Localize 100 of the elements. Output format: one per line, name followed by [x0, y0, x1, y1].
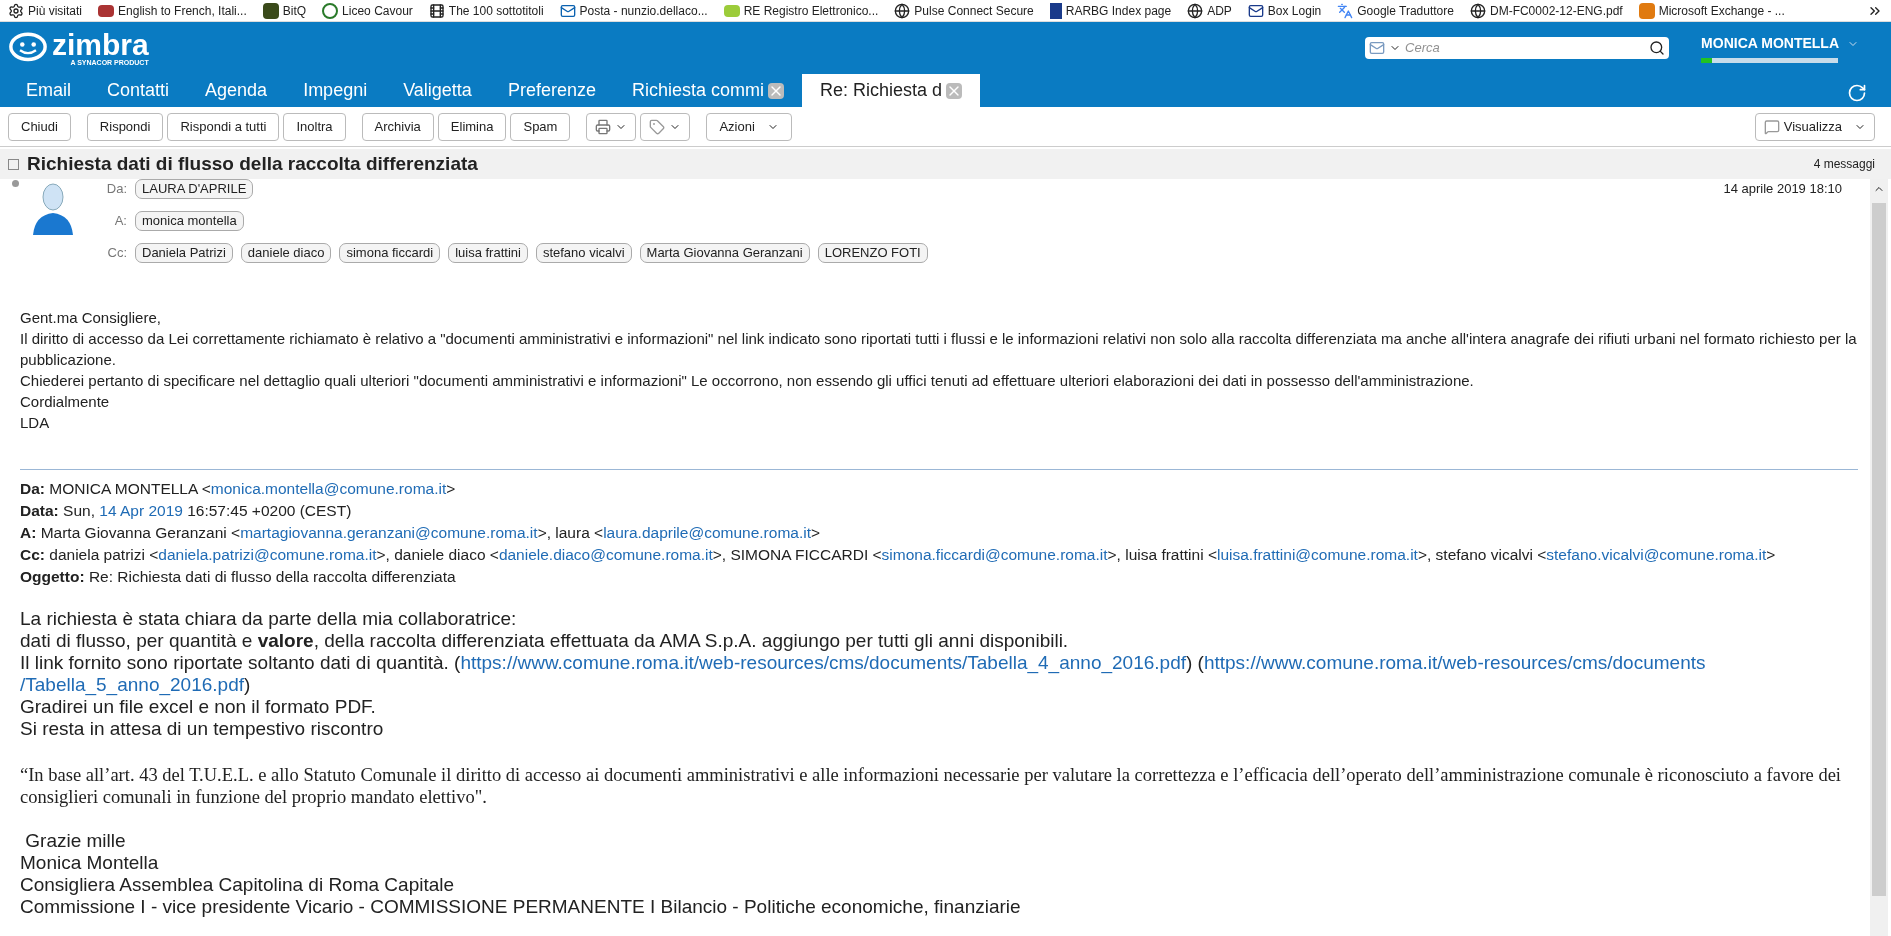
toolbar-button[interactable]: Archivia: [361, 112, 434, 141]
email-link[interactable]: laura.daprile@comune.roma.it: [603, 524, 811, 541]
bookmark-link[interactable]: English to French, Itali...: [98, 1, 247, 20]
bookmark-link[interactable]: Liceo Cavour: [322, 1, 413, 20]
bookmark-link[interactable]: The 100 sottotitoli: [428, 1, 544, 20]
contact-bubble[interactable]: monica montella: [135, 211, 244, 231]
print-menu-button[interactable]: [586, 112, 637, 141]
globe-icon: [894, 2, 911, 19]
contact-bubble[interactable]: Marta Giovanna Geranzani: [639, 243, 810, 263]
reply-text: /Tabella_5_anno_2016.pdf): [20, 674, 252, 696]
conversation-subject: Richiesta dati di flusso della raccolta differenziata: [27, 151, 478, 176]
bookmark-link[interactable]: Box Login: [1247, 1, 1322, 20]
app-tab[interactable]: Agenda: [187, 74, 286, 107]
logo-icon: [8, 32, 48, 64]
reply-text: Gradirei un file excel e non il formato PDF.: [20, 696, 377, 718]
bookmark-link[interactable]: Pulse Connect Secure: [894, 1, 1034, 20]
emblem-icon: [322, 2, 339, 19]
printer-icon: [595, 118, 612, 135]
quoted-header-line: Cc: daniela patrizi <daniela.patrizi@comune.roma.it>, daniele diaco <daniele.diaco@comune.roma.it>, SIMONA FICCARDI <simona.ficcardi@comune.roma.it>, luisa frattini <luisa.frattini@comune.roma.it>, stefano vicalvi <stefano.vicalvi@comune.roma.it>: [20, 545, 1777, 565]
web-link[interactable]: https://www.comune.roma.it/web-resources/cms/documents/Tabella_4_anno_2016.pdf: [460, 652, 1186, 673]
app-tab[interactable]: Valigetta: [385, 74, 490, 107]
close-icon[interactable]: [768, 82, 784, 99]
app-tab[interactable]: Contatti: [89, 74, 188, 107]
message-text: Cordialmente: [20, 392, 111, 412]
email-link[interactable]: martagiovanna.geranzani@comune.roma.it: [240, 524, 538, 541]
scrollbar-thumb[interactable]: [1872, 203, 1886, 896]
search-icon: [1649, 40, 1666, 56]
gear-icon: [8, 2, 24, 19]
reply-text: Si resta in attesa di un tempestivo riscontro: [20, 718, 385, 740]
refresh-icon[interactable]: [1847, 83, 1867, 103]
email-link[interactable]: stefano.vicalvi@comune.roma.it: [1546, 546, 1767, 563]
web-link[interactable]: /Tabella_5_anno_2016.pdf: [20, 674, 244, 695]
message-text: Il diritto di accesso da Lei correttamente richiamato è relativo a "documenti amministrativi e informazioni" nel link indicato sono riportati tutti i flussi e le informazioni relativi non solo alla raccolta differenziata ma anche all'intera anagrafe dei rifiuti urbani nel formato richiesto per la pubblicazione.: [20, 329, 1858, 370]
email-link[interactable]: daniela.patrizi@comune.roma.it: [158, 546, 377, 563]
signature-line: Consigliera Assemblea Capitolina di Roma Capitale: [20, 874, 456, 896]
contact-bubble[interactable]: LAURA D'APRILE: [135, 179, 254, 199]
scrollbar[interactable]: [1870, 179, 1888, 936]
toolbar-button[interactable]: Inoltra: [283, 112, 346, 141]
app-tab[interactable]: Re: Richiesta d: [802, 74, 981, 107]
bookmark-logo-icon: [723, 4, 740, 17]
expand-icon[interactable]: [8, 158, 19, 170]
app-tab[interactable]: Impegni: [285, 74, 386, 107]
field-label: Cc:: [106, 244, 127, 263]
actions-menu-button[interactable]: Azioni: [706, 112, 792, 141]
logo-wordmark: zimbra: [52, 30, 149, 59]
toolbar-button[interactable]: Rispondi: [86, 112, 164, 141]
email-link[interactable]: luisa.frattini@comune.roma.it: [1216, 546, 1418, 563]
message-count: 4 messaggi: [1813, 156, 1875, 173]
bookmark-link[interactable]: RE Registro Elettronico...: [723, 1, 879, 20]
app-tab[interactable]: Email: [8, 74, 89, 107]
message-text: Chiederei pertanto di specificare nel dettaglio quali ulteriori "documenti amministrativi e informazioni" Le occorrono, non essendo gli uffici tenuti ad effettuare ulteriori elaborazioni dei dati in possesso dell'amministrazione.: [20, 371, 1475, 391]
web-link[interactable]: https://www.comune.roma.it/web-resources/cms/documents: [1203, 652, 1706, 673]
mail-icon[interactable]: [1369, 40, 1386, 56]
contact-bubble[interactable]: Daniela Patrizi: [135, 243, 233, 263]
bookmark-link[interactable]: Google Traduttore: [1337, 1, 1454, 20]
bookmark-logo-icon: [98, 4, 115, 17]
contact-bubble[interactable]: luisa frattini: [448, 243, 528, 263]
contact-bubble[interactable]: simona ficcardi: [339, 243, 441, 263]
film-icon: [428, 2, 445, 19]
message-text: Gent.ma Consigliere,: [20, 308, 162, 328]
email-link[interactable]: daniele.diaco@comune.roma.it: [498, 546, 713, 563]
bookmark-logo-icon: [1049, 2, 1062, 19]
speech-bubble-icon: [1763, 118, 1780, 135]
bookmark-link[interactable]: BitQ: [262, 1, 307, 20]
close-icon[interactable]: [946, 82, 963, 99]
reply-text: La richiesta è stata chiara da parte della mia collaboratrice:: [20, 608, 518, 630]
bookmark-logo-icon: [262, 2, 279, 19]
reply-text: dati di flusso, per quantità e valore, della raccolta differenziata effettuata da AMA S.p.A. aggiungo per tutti gli anni disponibili.: [20, 630, 1070, 652]
search-input[interactable]: Cerca: [1405, 38, 1646, 58]
app-tab[interactable]: Richiesta commi: [613, 74, 802, 107]
toolbar-button[interactable]: Chiudi: [8, 112, 71, 141]
bookmark-link[interactable]: RARBG Index page: [1049, 1, 1172, 20]
quote-text: “In base all’art. 43 del T.U.E.L. e allo Statuto Comunale il diritto di accesso ai documenti amministrativi e alle informazioni necessarie per valutare la correttezza e l’efficacia dell’operato dell’amministrazione comunale è riconosciuto a favore dei consiglieri comunali in funzione del proprio mandato elettivo".: [20, 764, 1842, 808]
email-link[interactable]: simona.ficcardi@comune.roma.it: [881, 546, 1108, 563]
bookmark-link[interactable]: Più visitati: [8, 1, 83, 20]
reply-text: Il link fornito sono riportate soltanto dati di quantità. (https://www.comune.roma.it/web-resources/cms/documents/Tabella_4_anno_2016.pdf) (https://www.comune.roma.it/web-resources/cms/documents: [20, 652, 1707, 674]
globe-icon: [1469, 2, 1486, 19]
contact-bubble[interactable]: stefano vicalvi: [535, 243, 632, 263]
bookmark-link[interactable]: Microsoft Exchange - ...: [1638, 1, 1785, 20]
email-link[interactable]: monica.montella@comune.roma.it: [210, 480, 447, 497]
envelope-icon: [1247, 2, 1264, 19]
bookmark-link[interactable]: Posta - nunzio.dellaco...: [559, 1, 708, 20]
search-field[interactable]: Cerca: [1365, 37, 1670, 59]
app-tab[interactable]: Preferenze: [489, 74, 614, 107]
toolbar-button[interactable]: Spam: [510, 112, 571, 141]
user-name[interactable]: MONICA MONTELLA: [1701, 33, 1839, 54]
toolbar-button[interactable]: Rispondi a tutti: [167, 112, 280, 141]
field-label: Da:: [105, 180, 127, 199]
tag-menu-button[interactable]: [640, 112, 691, 141]
bookmark-link[interactable]: ADP: [1187, 1, 1232, 20]
message-date: 14 aprile 2019 18:10: [1723, 180, 1842, 198]
contact-bubble[interactable]: LORENZO FOTI: [817, 243, 928, 263]
toolbar-button[interactable]: Elimina: [437, 112, 507, 141]
quoted-header-line: A: Marta Giovanna Geranzani <martagiovanna.geranzani@comune.roma.it>, laura <laura.daprile@comune.roma.it>: [20, 523, 822, 543]
bookmark-link[interactable]: DM-FC0002-12-ENG.pdf: [1469, 1, 1623, 20]
email-link[interactable]: 14 Apr 2019: [99, 502, 183, 519]
view-menu-button[interactable]: Visualizza: [1754, 112, 1875, 141]
tag-icon: [649, 118, 666, 135]
translate-icon: [1337, 2, 1354, 19]
contact-bubble[interactable]: daniele diaco: [240, 243, 332, 263]
